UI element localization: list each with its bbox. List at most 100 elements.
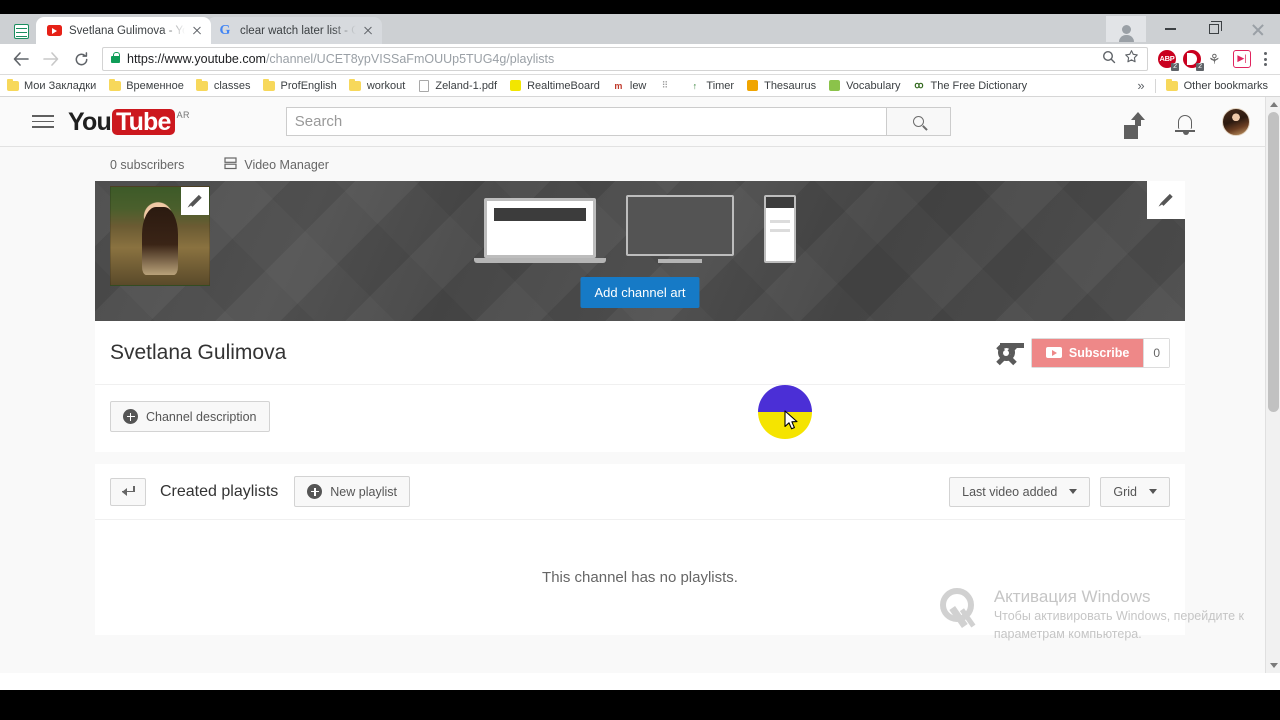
bookmark-item[interactable]: ⠿: [658, 79, 676, 92]
tab-1[interactable]: G clear watch later list - Go: [207, 17, 382, 44]
view-value: Grid: [1113, 484, 1137, 499]
tab-title: clear watch later list - Go: [240, 24, 356, 37]
realtimeboard-icon: [509, 79, 522, 92]
profile-icon[interactable]: [1106, 16, 1146, 42]
phone-mockup-icon: [764, 195, 796, 263]
subscriber-count-badge: 0: [1143, 338, 1169, 367]
new-playlist-button[interactable]: New playlist: [294, 476, 410, 507]
forward-button[interactable]: [36, 45, 66, 73]
back-arrow-icon: [121, 486, 135, 495]
other-bookmarks-folder[interactable]: Other bookmarks: [1166, 78, 1268, 92]
close-icon[interactable]: [189, 23, 205, 39]
scrollbar-thumb[interactable]: [1268, 112, 1279, 412]
sort-value: Last video added: [962, 484, 1058, 499]
pomodoro-timer-icon[interactable]: 2: [1183, 49, 1204, 71]
search-icon: [912, 116, 924, 127]
minimize-button[interactable]: [1148, 14, 1192, 44]
url-text: https://www.youtube.com/channel/UCET8ypV…: [127, 52, 555, 66]
bookmark-item[interactable]: ꝏ The Free Dictionary: [913, 79, 1027, 92]
subscriber-count: 0 subscribers: [110, 158, 185, 172]
browser-window: Svetlana Gulimova - You G clear watch la…: [0, 14, 1280, 690]
youtube-icon: [46, 23, 62, 39]
video-speed-extension-icon[interactable]: ▶|: [1233, 49, 1252, 69]
timer-site-icon: ↑: [692, 80, 698, 91]
bookmark-item[interactable]: ↑ Timer: [688, 79, 734, 92]
close-icon[interactable]: [360, 23, 376, 39]
extension-badge: 2: [1196, 62, 1204, 71]
watermark-line1: Чтобы активировать Windows, перейдите к: [993, 609, 1244, 623]
chevron-down-icon: [1149, 489, 1157, 494]
device-preview-group: [95, 195, 1185, 263]
plus-icon: [307, 484, 323, 499]
other-bookmarks-label: Other bookmarks: [1183, 79, 1268, 92]
bookmark-label: ProfEnglish: [280, 79, 337, 92]
app-shortcut-button[interactable]: [6, 18, 36, 44]
search-input[interactable]: Search: [285, 107, 886, 136]
folder-icon: [349, 78, 362, 92]
back-button[interactable]: [6, 45, 36, 73]
back-arrow-button[interactable]: [110, 477, 146, 506]
bookmark-item[interactable]: ProfEnglish: [263, 78, 337, 92]
bookmark-label: Zeland-1.pdf: [435, 79, 498, 92]
bookmark-item[interactable]: RealtimeBoard: [509, 79, 600, 92]
divider: [1154, 78, 1156, 93]
search-form: Search: [285, 107, 951, 136]
chevron-down-icon: [1069, 489, 1078, 494]
reload-button[interactable]: [66, 45, 96, 73]
lock-icon: [111, 51, 120, 63]
logo-tube-text: Tube: [111, 108, 175, 135]
bookmark-item[interactable]: classes: [196, 78, 251, 92]
subscribe-button[interactable]: Subscribe: [1031, 338, 1144, 367]
hamburger-icon[interactable]: [32, 115, 54, 128]
pencil-icon: [189, 195, 201, 207]
account-avatar[interactable]: [1222, 107, 1250, 136]
scroll-down-arrow[interactable]: [1266, 658, 1280, 673]
bookmarks-overflow-button[interactable]: »: [1137, 78, 1144, 93]
edit-banner-button[interactable]: [1147, 181, 1185, 219]
tab-title: Svetlana Gulimova - You: [69, 24, 185, 37]
pencil-icon: [1160, 194, 1172, 206]
zoom-search-icon[interactable]: [1102, 50, 1116, 69]
bookmark-item[interactable]: Vocabulary: [828, 79, 901, 92]
video-manager-link[interactable]: Video Manager: [224, 157, 329, 173]
grayscale-extension-icon[interactable]: ⚘: [1208, 50, 1227, 69]
close-button[interactable]: [1236, 14, 1280, 44]
youtube-logo[interactable]: You Tube AR: [68, 108, 190, 135]
extension-badge: 2: [1171, 62, 1179, 71]
bookmark-item[interactable]: Zeland-1.pdf: [417, 79, 497, 92]
view-dropdown[interactable]: Grid: [1100, 476, 1170, 507]
bell-icon[interactable]: [1175, 114, 1195, 135]
bookmark-item[interactable]: workout: [349, 78, 405, 92]
site-icon: ⠿: [661, 80, 669, 90]
add-channel-art-button[interactable]: Add channel art: [580, 277, 700, 308]
address-bar[interactable]: https://www.youtube.com/channel/UCET8ypV…: [102, 47, 1148, 71]
maximize-button[interactable]: [1192, 14, 1236, 44]
sort-dropdown[interactable]: Last video added: [949, 476, 1091, 507]
edit-avatar-button[interactable]: [181, 187, 209, 215]
tab-0[interactable]: Svetlana Gulimova - You: [36, 17, 211, 44]
laptop-mockup-icon: [474, 198, 606, 263]
search-button[interactable]: [885, 107, 951, 136]
bookmark-item[interactable]: Временное: [108, 78, 184, 92]
upload-icon[interactable]: [1128, 111, 1148, 132]
adblock-plus-icon[interactable]: ABP 2: [1158, 49, 1179, 71]
bookmark-item[interactable]: Thesaurus: [746, 79, 816, 92]
window-controls: [1106, 14, 1280, 44]
folder-icon: [196, 78, 209, 92]
chrome-menu-icon[interactable]: [1256, 52, 1274, 66]
bookmark-label: classes: [213, 79, 251, 92]
watermark-line2: параметрам компьютера.: [993, 627, 1142, 641]
bookmark-label: Vocabulary: [846, 79, 901, 92]
folder-icon: [108, 78, 121, 92]
bookmark-star-icon[interactable]: [1124, 49, 1139, 69]
scroll-up-arrow[interactable]: [1266, 97, 1280, 112]
pdf-file-icon: [417, 79, 430, 92]
bookmark-item[interactable]: Мои Закладки: [6, 78, 96, 92]
channel-description-button[interactable]: Channel description: [110, 401, 270, 432]
channel-description-row: Channel description: [95, 385, 1185, 452]
page-scrollbar[interactable]: [1265, 97, 1280, 673]
gear-icon[interactable]: [997, 342, 1025, 361]
bookmark-item[interactable]: m lew: [612, 79, 646, 92]
watermark-title: Активация Windows: [993, 587, 1151, 606]
channel-banner[interactable]: Add channel art: [95, 181, 1185, 321]
